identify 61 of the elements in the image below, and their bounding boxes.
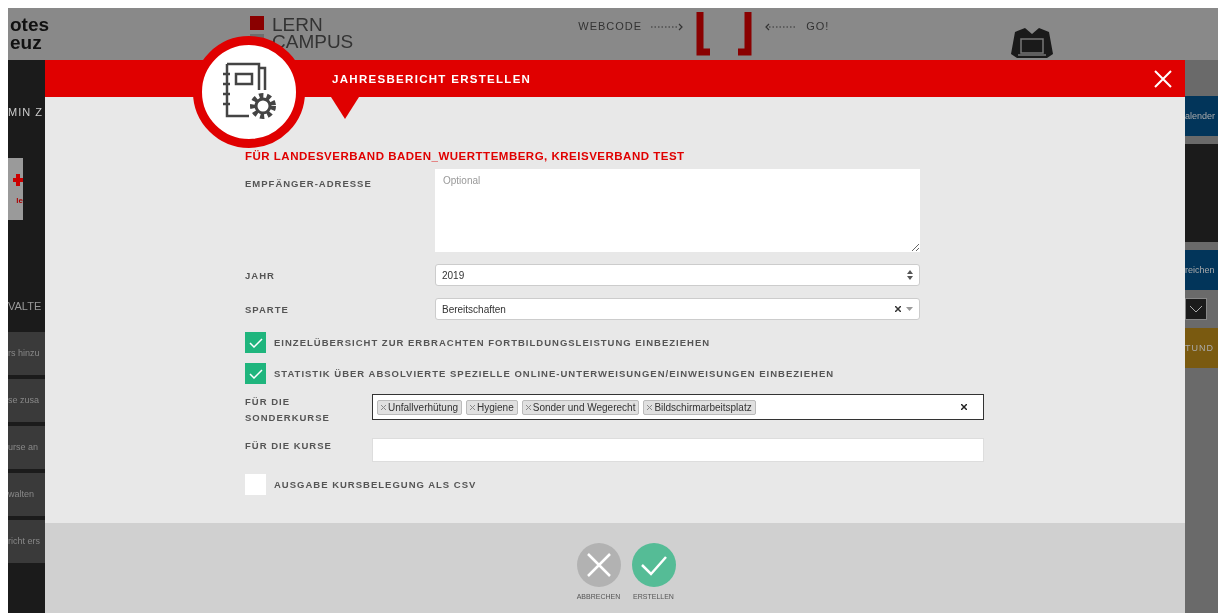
tag-chip[interactable]: Unfallverhütung [377,399,463,415]
sidebar-heading: VALTE [8,300,43,312]
sidebar-button[interactable]: alender [1185,96,1218,136]
checkbox-label: EINZELÜBERSICHT ZUR ERBRACHTEN FORTBILDUNGSLEISTUNG EINBEZIEHEN [274,337,711,348]
webcode-field[interactable] [696,12,753,56]
sidebar-heading: MIN Z [8,106,44,118]
field-label: EMPFÄNGER-ADRESSE [245,178,373,189]
sidebar-button[interactable]: reichen [1185,250,1218,290]
checkmark-icon [248,337,263,348]
card-text: le [16,195,23,205]
logo-text: CAMPUS [272,33,354,50]
dotted-arrow-icon [650,23,685,31]
remove-icon[interactable] [647,404,653,410]
field-label: JAHR [245,269,276,281]
tag-chip[interactable]: Bildschirmarbeitsplatz [643,399,756,415]
dropdown-button[interactable] [1185,298,1207,320]
tag-text: Bildschirmarbeitsplatz [654,401,752,413]
field-label: FÜR DIE KURSE [245,439,333,453]
chevron-down-icon [1189,305,1203,313]
checkbox[interactable] [245,363,266,384]
sidebar-item[interactable]: richt ers [8,520,45,563]
close-icon [585,552,612,578]
logo-text: euz [10,34,43,52]
tag-text: Sonder und Wegerecht [532,401,636,413]
sidebar-item[interactable]: walten [8,473,45,516]
tag-chip[interactable]: Hygiene [466,399,518,415]
sidebar-item[interactable]: urse an [8,426,45,469]
remove-icon[interactable] [470,404,476,410]
field-label: FÜR DIE SONDERKURSE [245,395,331,425]
up-down-arrows-icon [907,270,913,280]
clear-icon[interactable] [961,404,967,410]
go-label: GO! [806,20,830,32]
cross-icon [13,173,23,186]
caret-down-icon [906,307,913,311]
dialog-subtitle: FÜR LANDESVERBAND BADEN_WUERTTEMBERG, KREISVERBAND TEST [245,150,686,162]
clear-icon[interactable] [895,306,901,312]
address-field[interactable]: Optional [435,169,920,252]
confirm-button[interactable] [631,543,676,587]
remove-icon[interactable] [525,404,531,410]
courses-input-field[interactable] [372,438,984,462]
tag-text: Hygiene [477,401,514,413]
checkbox-label: STATISTIK ÜBER ABSOLVIERTE SPEZIELLE ONLINE-UNTERWEISUNGEN/EINWEISUNGEN EINBEZIEHEN [274,368,835,379]
close-icon[interactable] [1153,68,1173,89]
cancel-button[interactable] [576,543,621,587]
dialog-title: JAHRESBERICHT ERSTELLEN [332,72,533,85]
remove-icon[interactable] [381,404,386,410]
field-label: SPARTE [245,303,290,315]
tag-chip[interactable]: Sonder und Wegerecht [521,399,640,415]
webcode-label: WEBCODE [578,20,643,32]
checkmark-icon [248,368,263,379]
checkmark-icon [639,554,668,576]
year-select[interactable]: 2019 [435,264,920,286]
checkbox[interactable] [245,332,266,353]
logo-text: otes [10,16,51,34]
tag-text: Unfallverhütung [388,401,459,413]
tag-input-field[interactable]: Unfallverhütung Hygiene Sonder und Wegerecht Bildschirmarbeitsplatz [372,394,984,420]
sidebar-item[interactable]: se zusa [8,379,45,422]
sidebar-item[interactable]: rs hinzu [8,332,45,375]
checkbox-label: AUSGABE KURSBELEGUNG ALS CSV [274,479,477,490]
category-select[interactable]: Bereitschaften [435,298,920,320]
logo-text: LERN [272,16,324,33]
